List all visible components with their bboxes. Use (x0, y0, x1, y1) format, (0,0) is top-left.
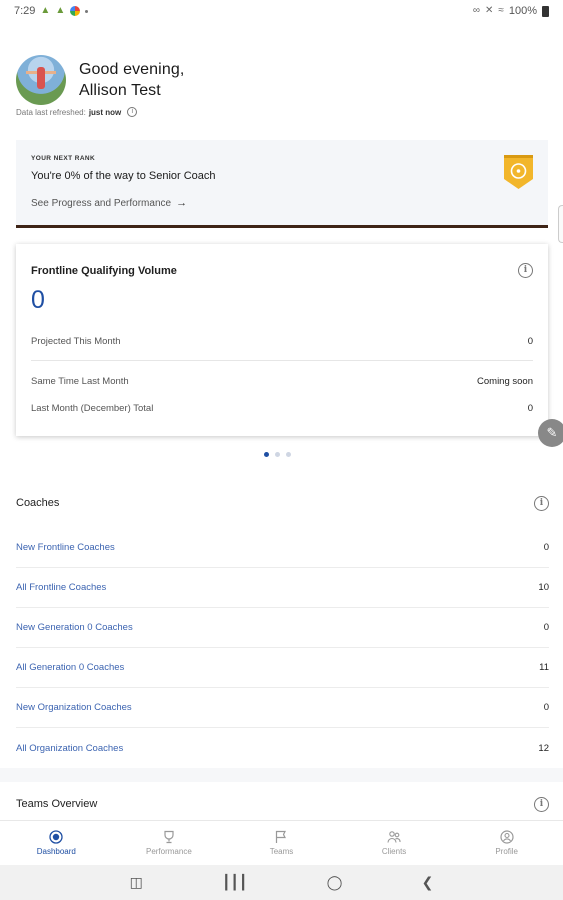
coach-row-value: 12 (538, 742, 549, 754)
coach-row-label[interactable]: All Generation 0 Coaches (16, 662, 124, 673)
avatar[interactable] (16, 55, 66, 105)
teams-overview-info-icon[interactable]: i (534, 797, 549, 812)
carousel-dot[interactable] (264, 452, 269, 457)
coach-row-value: 0 (543, 702, 549, 713)
battery-percent: 100% (508, 5, 537, 17)
carousel-pagination (264, 452, 291, 457)
arrow-right-icon: → (176, 197, 188, 209)
coach-row-label[interactable]: All Frontline Coaches (16, 582, 106, 593)
coach-row[interactable]: New Generation 0 Coaches 0 (16, 608, 549, 648)
coach-row[interactable]: All Generation 0 Coaches 11 (16, 648, 549, 688)
nav-label: Teams (269, 847, 294, 856)
volume-row-projected: Projected This Month 0 (31, 336, 533, 347)
coach-row[interactable]: All Organization Coaches 12 (16, 728, 549, 768)
refresh-label: Data last refreshed: (16, 107, 86, 117)
progress-link-label: See Progress and Performance (31, 197, 172, 209)
nav-performance[interactable]: Performance (113, 821, 226, 865)
coach-row-value: 10 (538, 582, 549, 593)
android-icon: ▲ (40, 5, 51, 16)
volume-row-value: 0 (527, 336, 533, 347)
app-notification-icon (70, 6, 81, 16)
refresh-value: just now (88, 107, 122, 117)
coach-row-label[interactable]: All Organization Coaches (16, 743, 123, 754)
avatar-photo-figure (37, 67, 45, 89)
coach-row[interactable]: All Frontline Coaches 10 (16, 568, 549, 608)
bottom-nav: Dashboard Performance Teams Clients Prof… (0, 820, 563, 865)
people-icon (387, 831, 401, 843)
coach-row-label[interactable]: New Generation 0 Coaches (16, 622, 133, 633)
next-rank-card[interactable]: YOUR NEXT RANK You're 0% of the way to S… (16, 140, 548, 228)
coaches-info-icon[interactable]: i (534, 496, 549, 511)
user-name: Allison Test (79, 82, 161, 99)
rank-title: You're 0% of the way to Senior Coach (31, 170, 216, 182)
divider (31, 360, 533, 361)
status-left: 7:29 ▲ ▲ (14, 5, 89, 17)
nav-teams[interactable]: Teams (225, 821, 338, 865)
volume-row-last-month-total: Last Month (December) Total 0 (31, 403, 533, 414)
android-icon-2: ▲ (55, 5, 66, 16)
section-separator (0, 768, 563, 782)
header: Good evening, Allison Test (16, 55, 184, 105)
carousel-dot[interactable] (275, 452, 280, 457)
rank-badge-icon (504, 155, 533, 189)
volume-info-icon[interactable]: i (518, 263, 533, 278)
greeting: Good evening, Allison Test (79, 59, 184, 101)
wifi-icon: ≈ (498, 5, 504, 16)
coach-row-label[interactable]: New Organization Coaches (16, 702, 132, 713)
volume-row-label: Last Month (December) Total (31, 403, 154, 414)
frontline-volume-card: Frontline Qualifying Volume i 0 Projecte… (16, 244, 548, 436)
dashboard-icon (49, 830, 63, 844)
refresh-info-icon[interactable]: i (127, 107, 138, 117)
coach-row-value: 0 (543, 542, 549, 553)
nav-clients[interactable]: Clients (338, 821, 451, 865)
side-panel-handle[interactable] (558, 205, 563, 243)
coach-row[interactable]: New Organization Coaches 0 (16, 688, 549, 728)
coaches-section-title: Coaches (16, 497, 60, 509)
nav-label: Dashboard (36, 847, 76, 856)
volume-row-label: Same Time Last Month (31, 376, 129, 387)
edit-pencil-icon[interactable]: ✎ (538, 419, 563, 447)
nav-dashboard[interactable]: Dashboard (0, 821, 113, 865)
flag-icon (276, 830, 287, 843)
volume-row-value: 0 (527, 403, 533, 414)
more-notifications-icon (85, 9, 89, 13)
volume-row-label: Projected This Month (31, 336, 121, 347)
volume-row-value: Coming soon (477, 376, 533, 387)
greeting-line1: Good evening, (79, 61, 185, 78)
link-icon: ∞ (472, 5, 480, 16)
refresh-status: Data last refreshed: just now i (16, 107, 138, 117)
coach-row-value: 11 (539, 662, 549, 673)
carousel-dot[interactable] (286, 452, 291, 457)
coach-row[interactable]: New Frontline Coaches 0 (16, 528, 549, 568)
progress-link[interactable]: See Progress and Performance → (31, 197, 533, 209)
mute-icon: ✕ (484, 5, 494, 16)
home-icon[interactable]: ◯ (327, 874, 343, 891)
status-time: 7:29 (14, 5, 36, 17)
battery-icon (542, 5, 549, 17)
coach-row-value: 0 (543, 622, 549, 633)
status-right: ∞ ✕ ≈ 100% (473, 5, 549, 17)
nav-label: Clients (381, 847, 407, 856)
rank-eyebrow: YOUR NEXT RANK (31, 155, 96, 162)
trophy-icon (164, 830, 174, 844)
nav-label: Profile (495, 847, 519, 856)
coaches-list: New Frontline Coaches 0 All Frontline Co… (16, 528, 549, 768)
volume-row-last-month-same-time: Same Time Last Month Coming soon (31, 376, 533, 387)
nav-profile[interactable]: Profile (450, 821, 563, 865)
nav-label: Performance (145, 847, 192, 856)
teams-overview-title: Teams Overview (16, 798, 98, 810)
system-nav-bar: ◫ ┃┃┃ ◯ ❮ (0, 865, 563, 900)
status-bar: 7:29 ▲ ▲ ∞ ✕ ≈ 100% (0, 0, 563, 22)
keyboard-toggle-icon[interactable]: ◫ (130, 874, 143, 891)
back-icon[interactable]: ❮ (422, 874, 434, 891)
person-icon (500, 830, 514, 844)
coach-row-label[interactable]: New Frontline Coaches (16, 542, 115, 553)
volume-card-title: Frontline Qualifying Volume (31, 265, 177, 277)
recent-apps-icon[interactable]: ┃┃┃ (222, 874, 247, 891)
volume-value: 0 (31, 286, 45, 314)
